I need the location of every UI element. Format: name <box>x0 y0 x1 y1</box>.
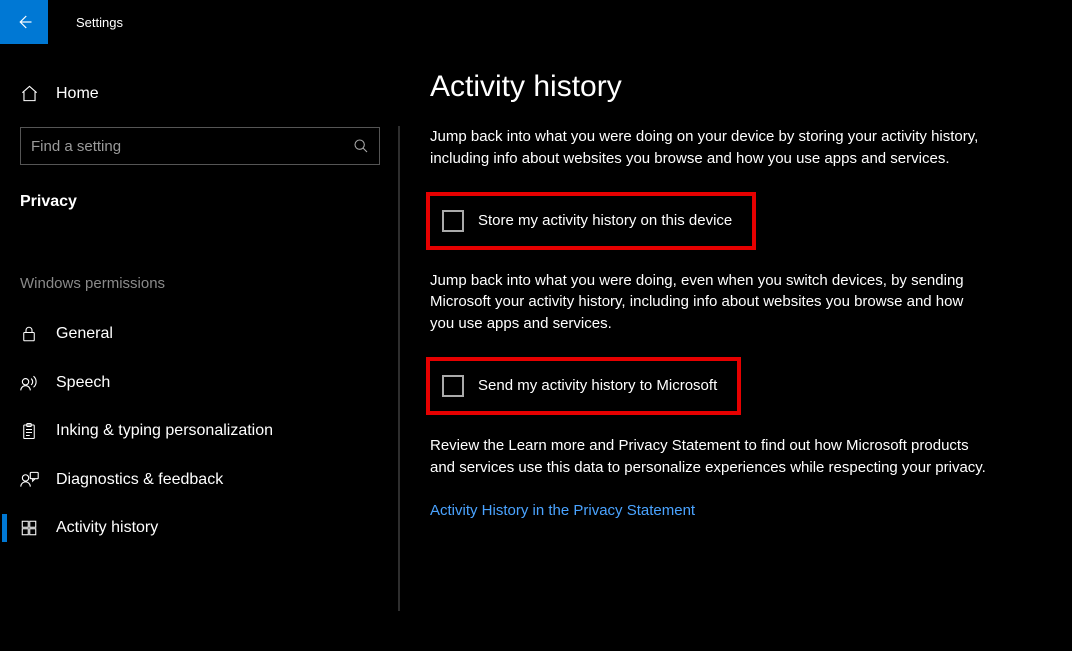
sidebar-item-speech[interactable]: Speech <box>0 358 400 407</box>
search-box[interactable] <box>20 127 380 165</box>
sidebar: Home Privacy Windows permissions <box>0 44 400 651</box>
highlighted-option-send: Send my activity history to Microsoft <box>426 357 741 415</box>
app-title: Settings <box>76 15 123 30</box>
home-label: Home <box>56 85 99 103</box>
lock-icon <box>20 325 56 343</box>
content-pane: Activity history Jump back into what you… <box>400 44 1072 651</box>
page-title: Activity history <box>430 70 1032 104</box>
checkbox-send[interactable] <box>442 375 464 397</box>
checkbox-store-label[interactable]: Store my activity history on this device <box>478 212 732 229</box>
checkbox-send-label[interactable]: Send my activity history to Microsoft <box>478 377 717 394</box>
sidebar-item-label: General <box>56 325 113 343</box>
home-icon <box>20 84 56 103</box>
sidebar-section-privacy: Privacy <box>0 183 400 235</box>
sidebar-item-diagnostics[interactable]: Diagnostics & feedback <box>0 455 400 504</box>
timeline-icon <box>20 519 56 537</box>
arrow-left-icon <box>15 13 33 31</box>
checkbox-store[interactable] <box>442 210 464 232</box>
titlebar: Settings <box>0 0 1072 44</box>
privacy-statement-link[interactable]: Activity History in the Privacy Statemen… <box>430 502 695 519</box>
sidebar-item-label: Inking & typing personalization <box>56 422 273 440</box>
back-button[interactable] <box>0 0 48 44</box>
sidebar-item-label: Speech <box>56 374 110 392</box>
scrollbar[interactable] <box>398 126 400 611</box>
description-2: Jump back into what you were doing, even… <box>430 270 990 335</box>
speech-icon <box>20 373 56 392</box>
feedback-icon <box>20 470 56 489</box>
sidebar-home[interactable]: Home <box>0 74 400 117</box>
highlighted-option-store: Store my activity history on this device <box>426 192 756 250</box>
search-input[interactable] <box>31 138 345 155</box>
sidebar-item-label: Diagnostics & feedback <box>56 471 223 489</box>
description-3: Review the Learn more and Privacy Statem… <box>430 435 990 479</box>
search-icon <box>353 138 369 154</box>
sidebar-item-label: Activity history <box>56 519 158 537</box>
sidebar-item-activity-history[interactable]: Activity history <box>0 504 400 552</box>
sidebar-item-general[interactable]: General <box>0 310 400 358</box>
description-1: Jump back into what you were doing on yo… <box>430 126 990 170</box>
sidebar-item-inking[interactable]: Inking & typing personalization <box>0 407 400 455</box>
sidebar-group-label: Windows permissions <box>0 235 400 310</box>
clipboard-icon <box>20 422 56 440</box>
